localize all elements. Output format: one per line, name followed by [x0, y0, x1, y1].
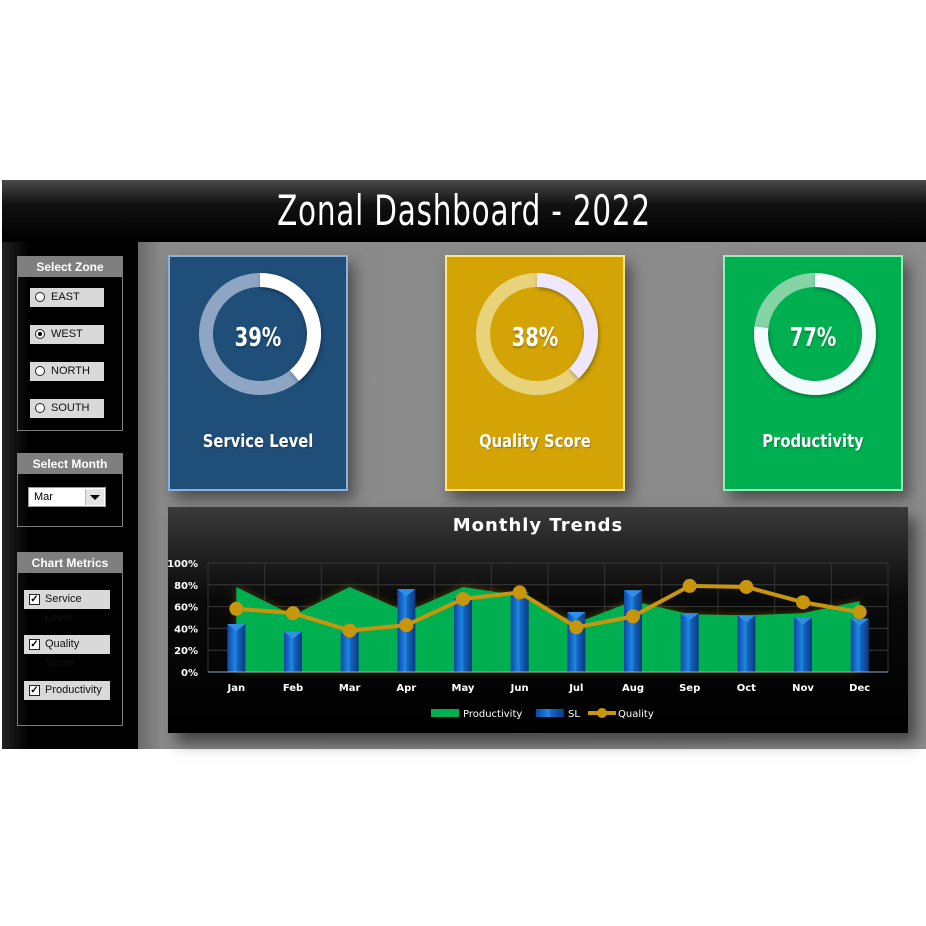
- zone-option-label: EAST: [51, 291, 80, 303]
- metric-label: Service Level: [45, 593, 82, 624]
- zone-option-west[interactable]: WEST: [30, 325, 104, 344]
- sl-bar: [737, 615, 756, 672]
- chart-canvas: 0% 20% 40% 60% 80% 100% Jan Feb Mar Apr May Jun Jul A…: [168, 559, 889, 720]
- metric-label: Quality Score: [45, 638, 80, 669]
- checkbox-checked-icon[interactable]: ✓: [29, 685, 40, 696]
- metric-checkbox-service-level[interactable]: ✓ Service Level: [24, 590, 110, 624]
- y-tick-label: 0%: [181, 668, 198, 679]
- kpi-label: Service Level: [202, 431, 314, 452]
- x-tick-label: Oct: [737, 683, 756, 694]
- x-tick-label: Jul: [568, 683, 583, 694]
- zone-option-south[interactable]: SOUTH: [30, 399, 104, 418]
- checkbox-checked-icon[interactable]: ✓: [29, 639, 40, 650]
- x-tick-label: May: [452, 683, 475, 694]
- sl-bar: [624, 590, 642, 672]
- radio-icon[interactable]: [35, 403, 45, 413]
- month-panel-heading: Select Month: [18, 454, 122, 474]
- x-tick-label: Mar: [339, 683, 361, 694]
- zone-option-north[interactable]: NORTH: [30, 362, 104, 381]
- x-tick-label: Jun: [510, 683, 529, 694]
- month-panel: Select Month Mar: [17, 453, 123, 527]
- kpi-card-quality-score: 38% Quality Score: [445, 255, 625, 491]
- x-tick-label: Dec: [849, 683, 870, 694]
- metric-checkbox-quality-score[interactable]: ✓ Quality Score: [24, 635, 110, 669]
- zone-option-east[interactable]: EAST: [30, 288, 104, 307]
- quality-point: [286, 606, 300, 621]
- x-tick-label: Apr: [396, 683, 416, 694]
- sl-bar: [454, 597, 472, 672]
- legend-swatch-quality-marker: [597, 708, 607, 718]
- metric-checkbox-productivity[interactable]: ✓ Productivity: [24, 681, 110, 700]
- quality-point: [739, 579, 754, 594]
- legend-label-productivity: Productivity: [463, 709, 522, 720]
- kpi-label: Productivity: [762, 431, 864, 452]
- dashboard-title: Zonal Dashboard - 2022: [277, 186, 651, 235]
- zone-option-label: NORTH: [51, 365, 90, 377]
- y-tick-label: 20%: [174, 646, 198, 657]
- metric-label: Productivity: [45, 684, 102, 696]
- x-tick-label: Sep: [679, 683, 700, 694]
- quality-point: [569, 620, 584, 635]
- monthly-trends-chart: Monthly Trends 0% 20% 40% 60% 80% 100% J…: [168, 507, 908, 733]
- y-tick-label: 100%: [168, 559, 198, 570]
- legend-label-quality: Quality: [618, 709, 654, 720]
- dashboard: Zonal Dashboard - 2022 Select Zone EAST …: [2, 180, 926, 749]
- x-tick-label: Nov: [792, 683, 814, 694]
- sl-bar: [227, 624, 246, 672]
- sl-bar: [850, 618, 869, 672]
- kpi-card-service-level: 39% Service Level: [168, 255, 348, 491]
- quality-point: [229, 601, 244, 616]
- main-area: 39% Service Level 38% Quality Score 77% …: [138, 242, 926, 749]
- radio-selected-icon[interactable]: [35, 329, 45, 339]
- x-tick-label: Aug: [622, 683, 644, 694]
- legend-swatch-sl: [536, 709, 564, 717]
- quality-point: [682, 578, 697, 593]
- x-tick-label: Feb: [283, 683, 303, 694]
- checkbox-checked-icon[interactable]: ✓: [29, 594, 40, 605]
- kpi-label: Quality Score: [479, 431, 591, 452]
- kpi-value: 77%: [789, 323, 837, 353]
- y-tick-label: 60%: [174, 603, 198, 614]
- sl-bar: [680, 613, 699, 672]
- y-tick-label: 80%: [174, 581, 198, 592]
- zone-option-label: SOUTH: [51, 402, 90, 414]
- radio-icon[interactable]: [35, 366, 45, 376]
- metrics-panel: Chart Metrics ✓ Service Level ✓ Quality …: [17, 552, 123, 726]
- legend-label-sl: SL: [568, 709, 580, 720]
- metrics-panel-heading: Chart Metrics: [18, 553, 122, 573]
- x-tick-label: Jan: [227, 683, 246, 694]
- legend-swatch-productivity: [431, 709, 459, 717]
- quality-point: [456, 591, 470, 606]
- quality-point: [342, 623, 357, 638]
- sl-bar: [510, 592, 529, 672]
- kpi-value: 38%: [511, 323, 559, 353]
- month-select-value: Mar: [34, 491, 53, 503]
- y-tick-label: 40%: [174, 624, 198, 635]
- chevron-down-icon[interactable]: [85, 489, 104, 505]
- zone-panel-heading: Select Zone: [18, 257, 122, 277]
- quality-point: [796, 595, 810, 610]
- quality-point: [852, 605, 867, 620]
- radio-icon[interactable]: [35, 292, 45, 302]
- title-bar: Zonal Dashboard - 2022: [2, 180, 926, 242]
- quality-point: [512, 585, 527, 600]
- zone-option-label: WEST: [51, 328, 83, 340]
- month-select[interactable]: Mar: [28, 487, 106, 507]
- kpi-card-productivity: 77% Productivity: [723, 255, 903, 491]
- zone-panel: Select Zone EAST WEST NORTH SOUTH: [17, 256, 123, 431]
- sl-bar: [794, 617, 812, 672]
- quality-point: [399, 618, 414, 633]
- kpi-value: 39%: [234, 323, 282, 353]
- sidebar: Select Zone EAST WEST NORTH SOUTH Select…: [2, 242, 138, 749]
- quality-point: [626, 609, 640, 624]
